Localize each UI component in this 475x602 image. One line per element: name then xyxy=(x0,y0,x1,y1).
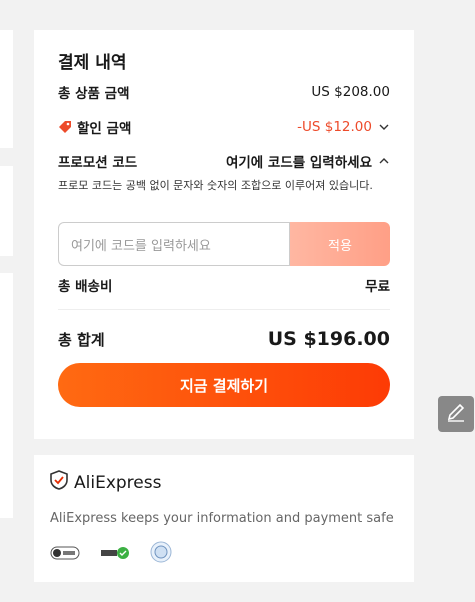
shield-check-icon xyxy=(50,470,68,495)
left-panel-section xyxy=(0,166,13,256)
pay-now-button[interactable]: 지금 결제하기 xyxy=(58,363,390,407)
security-card: AliExpress AliExpress keeps your informa… xyxy=(34,455,414,582)
promo-code-input[interactable]: 여기에 코드를 입력하세요 xyxy=(58,222,290,266)
security-badges xyxy=(50,541,172,567)
promo-label: 프로모션 코드 xyxy=(58,155,138,171)
edit-button[interactable] xyxy=(438,396,474,432)
discount-label-group: 할인 금액 xyxy=(58,117,131,137)
security-text: AliExpress keeps your information and pa… xyxy=(50,511,394,526)
pencil-icon xyxy=(445,401,467,427)
pci-badge-icon xyxy=(50,545,80,564)
promo-code-row[interactable]: 프로모션 코드 여기에 코드를 입력하세요 xyxy=(58,151,390,171)
subtotal-label: 총 상품 금액 xyxy=(58,86,130,102)
apply-button[interactable]: 적용 xyxy=(290,222,390,266)
shipping-label: 총 배송비 xyxy=(58,279,113,295)
divider xyxy=(58,309,390,310)
promo-hint-text: 프로모 코드는 공백 없이 문자와 숫자의 조합으로 이루어져 있습니다. xyxy=(58,179,373,192)
promo-toggle-label: 여기에 코드를 입력하세요 xyxy=(225,155,372,171)
summary-title: 결제 내역 xyxy=(58,53,127,73)
discount-label: 할인 금액 xyxy=(77,121,132,137)
chevron-up-icon[interactable] xyxy=(378,155,390,167)
total-row: 총 합계 US $196.00 xyxy=(58,328,390,350)
left-panel-section xyxy=(0,30,13,148)
left-panel-section xyxy=(0,273,13,518)
brand-name: AliExpress xyxy=(74,472,162,493)
shipping-value: 무료 xyxy=(365,279,390,295)
ssl-badge-icon xyxy=(100,545,130,564)
subtotal-value: US $208.00 xyxy=(311,84,390,100)
total-label: 총 합계 xyxy=(58,330,105,349)
discount-row[interactable]: 할인 금액 -US $12.00 xyxy=(58,117,390,137)
subtotal-row: 총 상품 금액 US $208.00 xyxy=(58,82,390,102)
discount-value: -US $12.00 xyxy=(297,119,372,135)
discount-value-group[interactable]: -US $12.00 xyxy=(297,119,390,135)
brand-row: AliExpress xyxy=(50,470,161,495)
tag-icon xyxy=(58,120,72,134)
chevron-down-icon[interactable] xyxy=(378,121,390,133)
order-summary-card: 결제 내역 총 상품 금액 US $208.00 할인 금액 -US $12.0… xyxy=(34,30,414,439)
seal-badge-icon xyxy=(150,541,172,567)
total-value: US $196.00 xyxy=(267,328,390,350)
promo-toggle[interactable]: 여기에 코드를 입력하세요 xyxy=(226,151,390,171)
shipping-row: 총 배송비 무료 xyxy=(58,275,390,295)
